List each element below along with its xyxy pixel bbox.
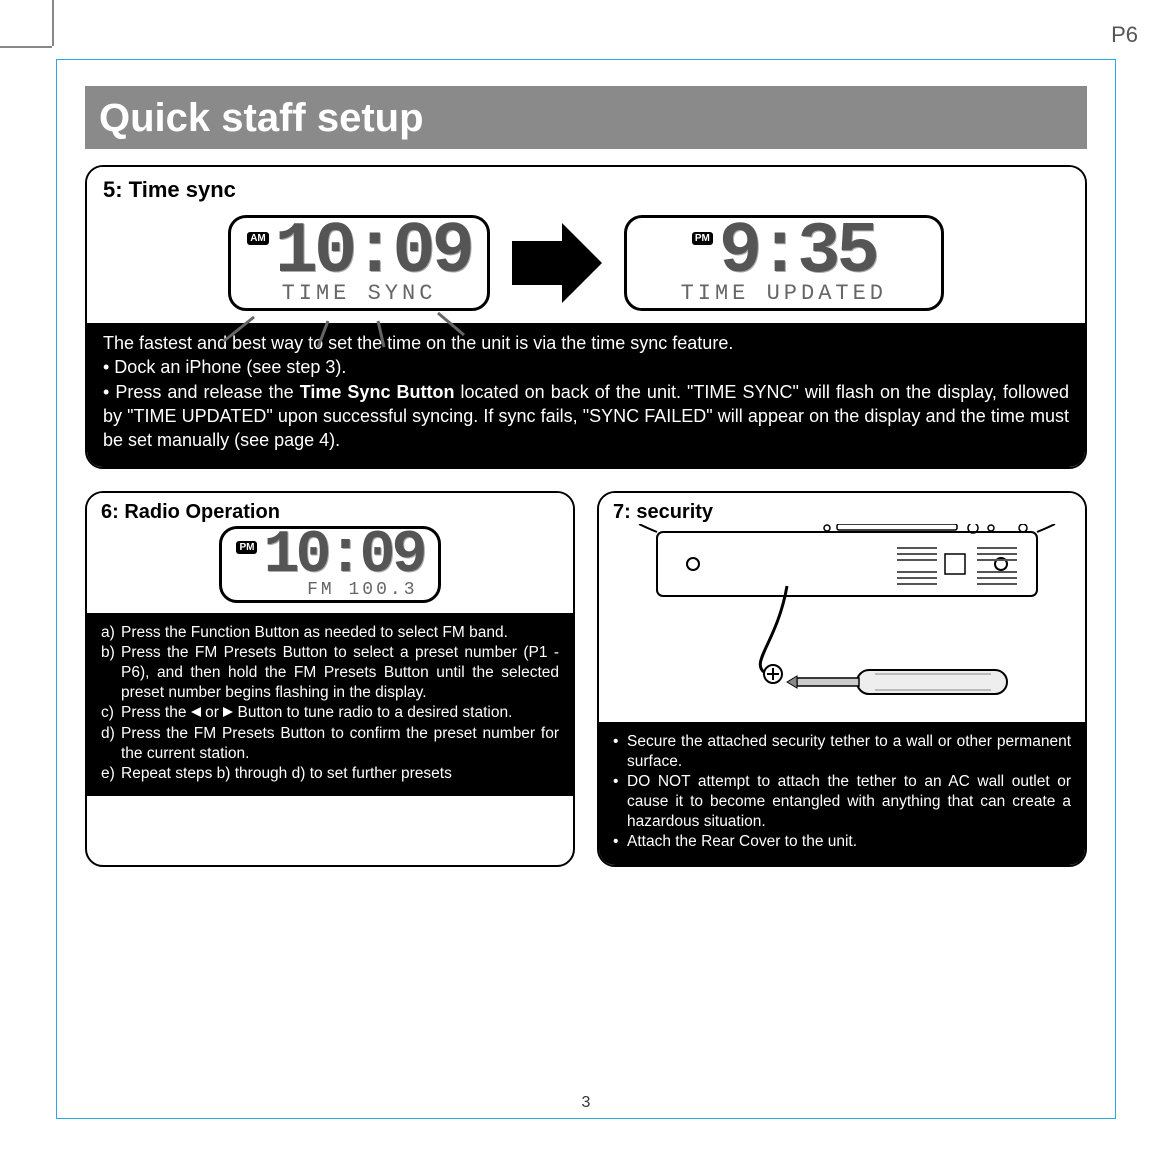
page-corner-label: P6 — [1111, 22, 1138, 48]
c-bold: Button — [238, 704, 283, 721]
sec5-b2bold: Time Sync Button — [300, 382, 455, 402]
section-5-heading: 5: Time sync — [103, 177, 1069, 203]
step-d: Press the FM Presets Button to confirm t… — [121, 724, 559, 764]
security-illustration — [613, 524, 1071, 716]
step-e: Repeat steps b) through d) to set furthe… — [121, 764, 452, 784]
section-7-security: 7: security — [597, 491, 1087, 867]
section-5-body: The fastest and best way to set the time… — [87, 323, 1085, 466]
c-mid: or — [201, 704, 223, 721]
step-b: Press the FM Presets Button to select a … — [121, 643, 559, 703]
label-b: b) — [101, 643, 121, 703]
lcd-time-updated: PM 9:35 TIME UPDATED — [624, 215, 944, 311]
a-bold: Function Button — [191, 624, 300, 641]
footer-page-number: 3 — [57, 1094, 1115, 1112]
label-c: c) — [101, 703, 121, 723]
triangle-left-icon — [191, 703, 201, 723]
screwdriver-icon — [787, 670, 1007, 694]
bullet-dot: • — [613, 772, 627, 832]
lcd-left-time: 10:09 — [275, 222, 471, 283]
crop-mark-h — [0, 46, 52, 48]
section-6-radio-operation: 6: Radio Operation PM 10:09 FM 100.3 — [85, 491, 575, 867]
lcd-radio-time: 10:09 — [263, 531, 423, 582]
sec5-bullet2: • Press and release the Time Sync Button… — [103, 380, 1069, 453]
section-6-heading: 6: Radio Operation — [101, 501, 559, 524]
page-frame: Quick staff setup 5: Time sync AM 10:09 … — [56, 59, 1116, 1119]
lcd-radio: PM 10:09 FM 100.3 — [219, 526, 440, 603]
lcd-time-sync: AM 10:09 TIME SYNC — [228, 215, 490, 311]
pm-badge: PM — [692, 232, 713, 245]
label-a: a) — [101, 623, 121, 643]
a-pre: Press the — [121, 624, 191, 641]
b-bold1: FM Presets Button — [195, 644, 328, 661]
step-a: Press the Function Button as needed to s… — [121, 623, 508, 643]
crop-mark-v — [52, 0, 54, 46]
sec5-line1: The fastest and best way to set the time… — [103, 331, 1069, 355]
page-title: Quick staff setup — [99, 96, 1073, 141]
b-pre: Press the — [121, 644, 195, 661]
pm-badge-radio: PM — [236, 541, 257, 554]
sec7-b1: Secure the attached security tether to a… — [627, 732, 1071, 772]
label-d: d) — [101, 724, 121, 764]
am-badge: AM — [247, 232, 269, 245]
lcd-radio-label: FM 100.3 — [307, 580, 423, 600]
bullet-dot: • — [613, 832, 627, 852]
lcd-right-label: TIME UPDATED — [681, 281, 887, 306]
bullet-dot: • — [613, 732, 627, 772]
sec5-bullet1: • Dock an iPhone (see step 3). — [103, 355, 1069, 379]
d-bold: FM Presets Button — [194, 725, 325, 742]
b-bold2: FM Presets Button — [294, 664, 429, 681]
title-bar: Quick staff setup — [85, 86, 1087, 149]
section-6-body: a)Press the Function Button as needed to… — [87, 613, 573, 796]
sec5-b2a: • Press and release the — [103, 382, 300, 402]
triangle-right-icon — [223, 703, 233, 723]
c-pre: Press the — [121, 704, 191, 721]
arrow-right-icon — [512, 223, 602, 303]
label-e: e) — [101, 764, 121, 784]
step-c: Press the or Button to tune radio to a d… — [121, 703, 512, 723]
security-diagram-icon — [627, 524, 1057, 714]
section-7-body: •Secure the attached security tether to … — [599, 722, 1085, 865]
section-5-time-sync: 5: Time sync AM 10:09 TIME SYNC — [85, 165, 1087, 469]
lcd-left-label: TIME SYNC — [282, 281, 437, 306]
c-post: to tune radio to a desired station. — [282, 704, 512, 721]
sec7-b2: DO NOT attempt to attach the tether to a… — [627, 772, 1071, 832]
a-post: as needed to select FM band. — [299, 624, 508, 641]
d-pre: Press the — [121, 725, 194, 742]
sec7-b3: Attach the Rear Cover to the unit. — [627, 832, 857, 852]
section-7-heading: 7: security — [613, 501, 713, 524]
lcd-right-time: 9:35 — [719, 222, 876, 283]
